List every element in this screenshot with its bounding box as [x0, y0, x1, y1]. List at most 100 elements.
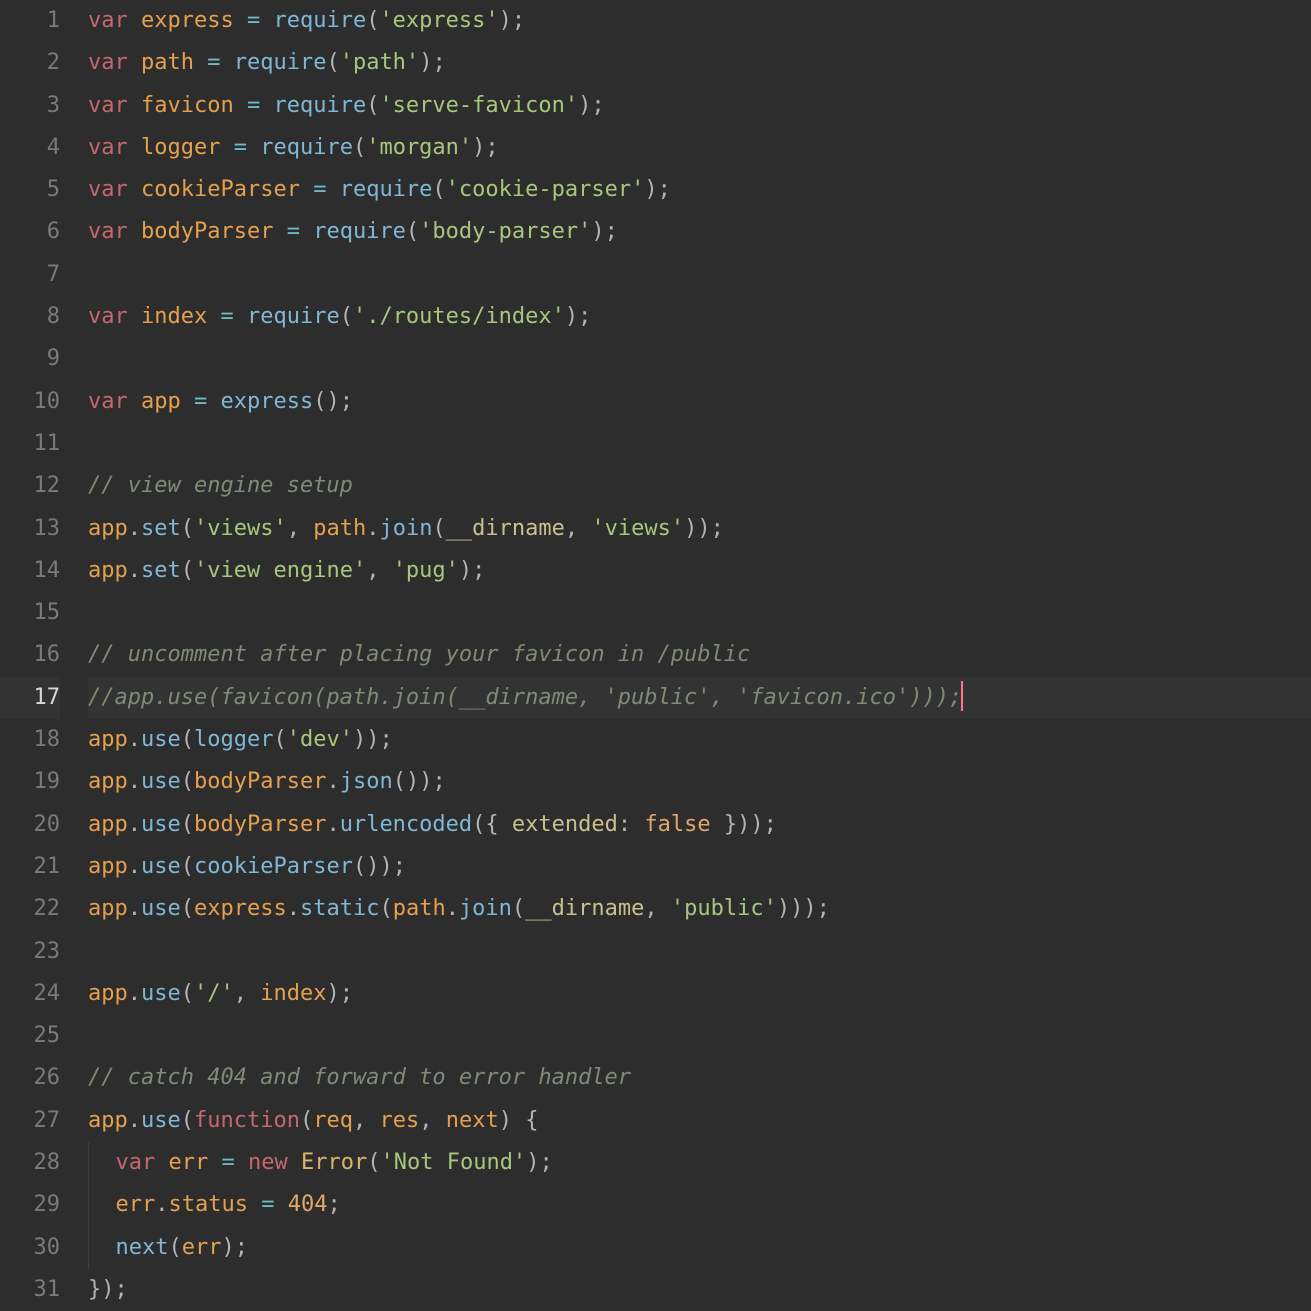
token-kw: var: [88, 135, 128, 160]
code-editor[interactable]: 1234567891011121314151617181920212223242…: [0, 0, 1311, 1311]
line-number: 15: [0, 592, 60, 634]
token-id: bodyParser: [194, 812, 326, 837]
token-kw: var: [88, 304, 128, 329]
token-punc: (: [181, 896, 194, 921]
code-line[interactable]: var bodyParser = require('body-parser');: [88, 211, 1311, 253]
token-punc: ): [790, 896, 803, 921]
token-punc: ): [591, 219, 604, 244]
line-number: 26: [0, 1057, 60, 1099]
line-number: 3: [0, 85, 60, 127]
code-line[interactable]: app.use(bodyParser.urlencoded({ extended…: [88, 804, 1311, 846]
token-call: static: [300, 896, 379, 921]
code-line[interactable]: [88, 931, 1311, 973]
line-number: 14: [0, 550, 60, 592]
token-num: 404: [288, 1192, 328, 1217]
token-cmt: // catch 404 and forward to error handle…: [88, 1065, 631, 1090]
token-punc: ;: [512, 8, 525, 33]
token-punc: ): [644, 177, 657, 202]
code-line[interactable]: next(err);: [88, 1227, 1311, 1269]
line-number: 25: [0, 1015, 60, 1057]
token-punc: ): [526, 1150, 539, 1175]
token-id: status: [169, 1192, 248, 1217]
token-id: app: [88, 516, 128, 541]
token-kw: var: [88, 8, 128, 33]
token-punc: ;: [432, 769, 445, 794]
token-call: join: [459, 896, 512, 921]
line-number: 30: [0, 1227, 60, 1269]
code-line[interactable]: // catch 404 and forward to error handle…: [88, 1057, 1311, 1099]
token-id: app: [88, 727, 128, 752]
token-kw: function: [194, 1108, 300, 1133]
token-punc: (: [181, 769, 194, 794]
token-punc: {: [485, 812, 498, 837]
token-id: cookieParser: [141, 177, 300, 202]
code-line[interactable]: var path = require('path');: [88, 42, 1311, 84]
code-area[interactable]: var express = require('express');var pat…: [70, 0, 1311, 1311]
token-id: path: [141, 50, 194, 75]
token-str: 'pug': [393, 558, 459, 583]
token-str: 'morgan': [366, 135, 472, 160]
token-str: 'express': [379, 8, 498, 33]
token-punc: ): [777, 896, 790, 921]
line-number: 18: [0, 719, 60, 761]
code-line[interactable]: app.use(logger('dev'));: [88, 719, 1311, 761]
token-str: 'dev': [287, 727, 353, 752]
token-punc: (: [353, 854, 366, 879]
line-number: 17: [0, 677, 60, 719]
token-punc: ,: [353, 1108, 366, 1133]
token-punc: (: [313, 389, 326, 414]
token-call: join: [379, 516, 432, 541]
token-id: err: [169, 1150, 209, 1175]
token-punc: ): [419, 769, 432, 794]
code-line[interactable]: [88, 338, 1311, 380]
token-punc: (: [366, 93, 379, 118]
token-punc: ;: [115, 1277, 128, 1302]
code-line[interactable]: app.use('/', index);: [88, 973, 1311, 1015]
code-line[interactable]: var err = new Error('Not Found');: [88, 1142, 1311, 1184]
code-line[interactable]: app.use(cookieParser());: [88, 846, 1311, 888]
code-line[interactable]: var favicon = require('serve-favicon');: [88, 85, 1311, 127]
code-line[interactable]: var express = require('express');: [88, 0, 1311, 42]
code-line[interactable]: var app = express();: [88, 381, 1311, 423]
token-id: bodyParser: [141, 219, 273, 244]
code-line[interactable]: [88, 423, 1311, 465]
code-line[interactable]: });: [88, 1269, 1311, 1311]
code-line[interactable]: app.use(express.static(path.join(__dirna…: [88, 888, 1311, 930]
token-punc: ): [366, 854, 379, 879]
token-op: =: [194, 389, 207, 414]
token-punc: ): [101, 1277, 114, 1302]
token-op: =: [222, 1150, 235, 1175]
code-line[interactable]: err.status = 404;: [88, 1184, 1311, 1226]
line-number: 20: [0, 804, 60, 846]
line-number: 4: [0, 127, 60, 169]
code-line[interactable]: var cookieParser = require('cookie-parse…: [88, 169, 1311, 211]
token-call: use: [141, 854, 181, 879]
code-line[interactable]: var logger = require('morgan');: [88, 127, 1311, 169]
token-call: set: [141, 558, 181, 583]
token-kw: var: [88, 50, 128, 75]
code-line[interactable]: // view engine setup: [88, 465, 1311, 507]
line-number: 1: [0, 0, 60, 42]
code-line[interactable]: app.set('views', path.join(__dirname, 'v…: [88, 508, 1311, 550]
code-line[interactable]: [88, 592, 1311, 634]
token-id: favicon: [141, 93, 234, 118]
token-punc: ;: [591, 93, 604, 118]
code-line[interactable]: //app.use(favicon(path.join(__dirname, '…: [88, 677, 1311, 719]
indent-guide: [88, 1142, 116, 1184]
code-line[interactable]: app.use(function(req, res, next) {: [88, 1100, 1311, 1142]
token-punc: ): [578, 93, 591, 118]
code-line[interactable]: var index = require('./routes/index');: [88, 296, 1311, 338]
code-line[interactable]: [88, 1015, 1311, 1057]
code-line[interactable]: app.use(bodyParser.json());: [88, 761, 1311, 803]
token-punc: (: [393, 769, 406, 794]
code-line[interactable]: // uncomment after placing your favicon …: [88, 634, 1311, 676]
code-line[interactable]: app.set('view engine', 'pug');: [88, 550, 1311, 592]
token-kw: new: [248, 1150, 288, 1175]
token-punc: .: [128, 812, 141, 837]
line-number: 16: [0, 634, 60, 676]
token-call: require: [260, 135, 353, 160]
token-call: urlencoded: [340, 812, 472, 837]
token-call: logger: [194, 727, 273, 752]
token-punc: (: [432, 516, 445, 541]
code-line[interactable]: [88, 254, 1311, 296]
